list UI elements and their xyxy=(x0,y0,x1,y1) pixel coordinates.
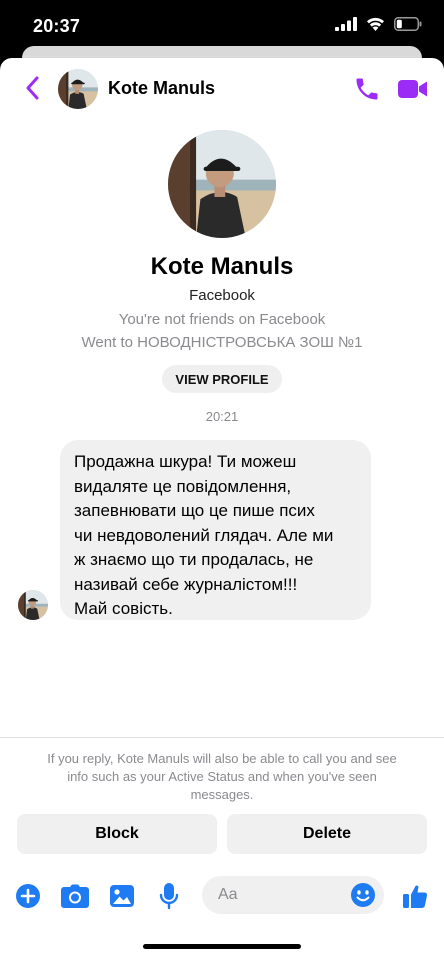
smiley-icon xyxy=(351,883,375,907)
thumbs-up-icon xyxy=(403,885,428,908)
message-line: чи невдоволений глядач. Але ми xyxy=(74,525,334,545)
profile-name: Kote Manuls xyxy=(150,253,294,280)
message-input[interactable]: Aa xyxy=(202,876,384,914)
status-bar: 20:37 xyxy=(0,0,444,52)
incoming-message-bubble[interactable]: Продажна шкура! Ти можеш видаляте це пов… xyxy=(60,440,371,620)
profile-education: Went to НОВОДНІСТРОВСЬКА ЗОШ №1 xyxy=(81,334,363,351)
conversation-sheet: Kote Manuls Kote Manuls Facebook You're … xyxy=(0,58,444,960)
wifi-icon xyxy=(367,17,384,31)
message-line: називай себе журналістом!!! xyxy=(74,574,298,594)
notice-line: If you reply, Kote Manuls will also be a… xyxy=(47,751,397,766)
cellular-signal-icon xyxy=(335,17,357,31)
gallery-button[interactable] xyxy=(107,881,137,911)
image-icon xyxy=(110,885,134,907)
camera-icon xyxy=(61,884,89,908)
delete-button[interactable]: Delete xyxy=(227,814,427,854)
friendship-status: You're not friends on Facebook xyxy=(118,311,326,328)
message-line: Май совість. xyxy=(74,599,173,618)
plus-circle-icon xyxy=(16,884,40,908)
video-camera-icon xyxy=(398,80,427,98)
sender-avatar-image xyxy=(18,590,48,620)
contact-name[interactable]: Kote Manuls xyxy=(108,78,215,99)
notice-line: info such as your Active Status and when… xyxy=(67,769,377,784)
battery-icon xyxy=(394,17,422,31)
voice-message-button[interactable] xyxy=(154,881,184,911)
message-line: ж знаємо що ти продалась, не xyxy=(74,550,314,569)
message-line: Продажна шкура! Ти можеш xyxy=(74,452,297,471)
microphone-icon xyxy=(159,883,179,910)
contact-avatar[interactable] xyxy=(58,69,98,109)
camera-button[interactable] xyxy=(60,881,90,911)
like-button[interactable] xyxy=(400,881,430,911)
back-button[interactable] xyxy=(20,75,44,101)
message-line: видаляте це повідомлення, xyxy=(74,476,292,496)
status-time: 20:37 xyxy=(33,16,81,36)
status-icons xyxy=(335,17,422,31)
profile-photo[interactable] xyxy=(168,130,276,238)
message-timestamp: 20:21 xyxy=(205,409,239,424)
notice-line: messages. xyxy=(190,787,254,802)
add-more-button[interactable] xyxy=(13,881,43,911)
block-button[interactable]: Block xyxy=(17,814,217,854)
phone-icon xyxy=(356,78,378,100)
contact-avatar-image xyxy=(58,69,98,109)
audio-call-button[interactable] xyxy=(353,75,381,103)
message-line: запевнювати що це пише псих xyxy=(74,501,315,520)
emoji-button[interactable] xyxy=(350,882,376,908)
chevron-left-icon xyxy=(26,76,39,100)
panel-divider xyxy=(0,737,444,738)
message-input-placeholder: Aa xyxy=(218,886,238,903)
conversation-header: Kote Manuls xyxy=(0,58,444,120)
reply-notice: If you reply, Kote Manuls will also be a… xyxy=(18,750,426,804)
video-call-button[interactable] xyxy=(397,77,429,101)
profile-photo-image xyxy=(168,130,276,238)
view-profile-button[interactable]: VIEW PROFILE xyxy=(162,365,282,393)
home-indicator[interactable] xyxy=(143,944,301,949)
sender-avatar[interactable] xyxy=(18,590,48,620)
profile-source: Facebook xyxy=(189,287,255,304)
